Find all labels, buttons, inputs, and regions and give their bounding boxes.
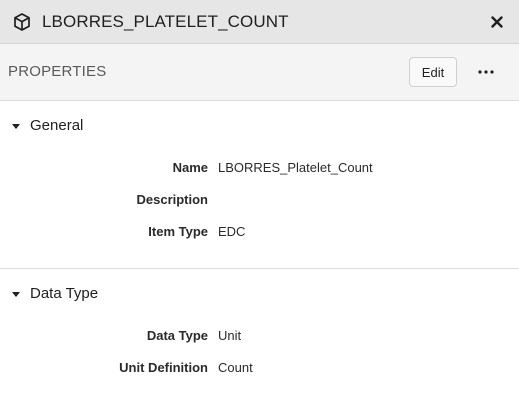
property-row-item-type: Item Type EDC [0,223,519,241]
property-value: Unit [218,328,242,343]
cube-icon [12,12,32,32]
section-general: General Name LBORRES_Platelet_Count Desc… [0,101,519,269]
property-value: LBORRES_Platelet_Count [218,160,373,175]
more-horizontal-icon [478,70,494,74]
property-label: Unit Definition [119,360,208,375]
property-row-description: Description [0,191,519,209]
section-data-type-toggle[interactable]: Data Type [12,285,98,303]
panel-titlebar: LBORRES_PLATELET_COUNT [0,0,519,44]
panel-title: LBORRES_PLATELET_COUNT [42,12,289,31]
property-value: Count [218,360,253,375]
property-row-data-type: Data Type Unit [0,327,519,345]
caret-down-icon [12,123,20,129]
property-value: EDC [218,224,246,239]
section-title: Data Type [30,285,99,302]
properties-heading: PROPERTIES [8,63,107,80]
property-row-unit-definition: Unit Definition Count [0,359,519,377]
property-label: Data Type [146,328,208,343]
close-button[interactable] [485,10,509,34]
section-general-toggle[interactable]: General [12,117,83,135]
property-row-name: Name LBORRES_Platelet_Count [0,159,519,177]
close-icon [491,16,503,28]
caret-down-icon [12,291,20,297]
section-title: General [30,117,84,134]
edit-button[interactable]: Edit [409,57,457,87]
properties-panel: LBORRES_PLATELET_COUNT PROPERTIES Edit G… [0,0,519,404]
properties-toolbar: PROPERTIES Edit [0,44,519,101]
property-label: Description [136,192,208,207]
property-label: Item Type [148,224,208,239]
more-options-button[interactable] [474,61,498,83]
section-data-type: Data Type Data Type Unit Unit Definition… [0,269,519,404]
property-label: Name [172,160,208,175]
